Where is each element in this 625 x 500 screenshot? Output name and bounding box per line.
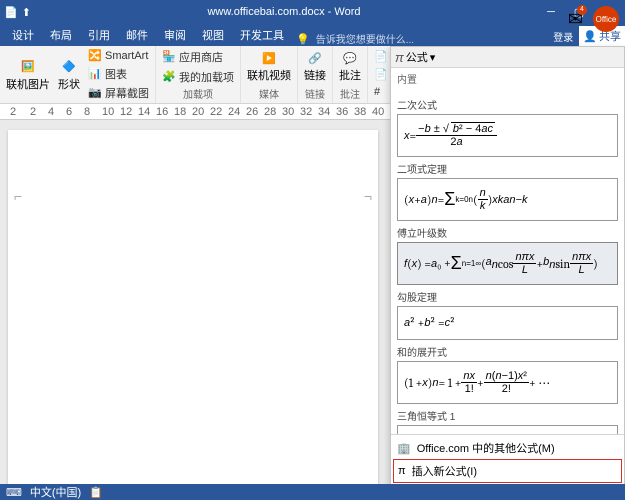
eq-category: 和的展开式: [397, 344, 618, 359]
tab-references[interactable]: 引用: [80, 24, 118, 46]
group-links: 🔗链接 链接: [298, 46, 333, 103]
pi-icon: π: [395, 50, 404, 65]
tab-layout[interactable]: 布局: [42, 24, 80, 46]
group-media: ▶️联机视频 媒体: [241, 46, 298, 103]
group-label: 链接: [305, 86, 325, 101]
more-equations-office[interactable]: 🏢Office.com 中的其他公式(M): [393, 437, 622, 459]
eq-category: 傅立叶级数: [397, 225, 618, 240]
group-illustrations: 🖼️联机图片 🔷形状 🔀SmartArt 📊图表 📷屏幕截图 插图: [0, 46, 156, 103]
chart-button[interactable]: 📊图表: [86, 65, 151, 83]
eq-category: 二次公式: [397, 97, 618, 112]
tab-design[interactable]: 设计: [4, 24, 42, 46]
tell-me-input[interactable]: 告诉我您想要做什么...: [310, 31, 420, 46]
comment-icon: 💬: [342, 50, 358, 66]
equation-list[interactable]: 二次公式 x = −b ± b² − 4ac2a 二项式定理 (x + a)n …: [391, 89, 624, 434]
office-icon: 🏢: [397, 442, 411, 455]
group-comments: 💬批注 批注: [333, 46, 368, 103]
smartart-icon: 🔀: [88, 49, 102, 63]
group-label: 媒体: [259, 86, 279, 101]
my-addins-button[interactable]: 🧩我的加载项: [160, 68, 236, 86]
margin-marker: ¬: [364, 188, 372, 204]
minimize-button[interactable]: ─: [537, 2, 565, 22]
title-bar: 📄 ⬆ www.officebai.com.docx - Word ─ ▢ ✕: [0, 0, 625, 24]
smartart-button[interactable]: 🔀SmartArt: [86, 48, 151, 64]
comment-button[interactable]: 💬批注: [337, 48, 363, 85]
window-title: www.officebai.com.docx - Word: [31, 6, 537, 18]
store-button[interactable]: 🏪应用商店: [160, 48, 236, 66]
shapes-button[interactable]: 🔷形状: [56, 57, 82, 94]
tab-mailings[interactable]: 邮件: [118, 24, 156, 46]
up-icon[interactable]: ⬆: [22, 6, 31, 19]
builtin-label: 内置: [391, 68, 624, 89]
screenshot-icon: 📷: [88, 86, 102, 100]
margin-marker: ⌐: [14, 188, 22, 204]
page[interactable]: ⌐ ¬: [8, 130, 378, 490]
online-pictures-button[interactable]: 🖼️联机图片: [4, 57, 52, 94]
addin-icon: 🧩: [162, 70, 176, 84]
store-icon: 🏪: [162, 50, 176, 64]
eq-category: 勾股定理: [397, 289, 618, 304]
tab-view[interactable]: 视图: [194, 24, 232, 46]
group-label: 批注: [340, 86, 360, 101]
ribbon-tabs: 设计 布局 引用 邮件 审阅 视图 开发工具 💡 告诉我您想要做什么... 登录…: [0, 24, 625, 46]
status-bar: ⌨ 中文(中国) 📋: [0, 484, 625, 500]
picture-icon: 🖼️: [20, 59, 36, 75]
shapes-icon: 🔷: [61, 59, 77, 75]
pagenum-icon: #: [374, 86, 388, 100]
link-icon: 🔗: [307, 50, 323, 66]
mail-badge: 4: [577, 5, 587, 15]
tab-review[interactable]: 审阅: [156, 24, 194, 46]
tab-developer[interactable]: 开发工具: [232, 24, 292, 46]
mail-button[interactable]: ✉ 4: [568, 9, 583, 30]
equation-footer: 🏢Office.com 中的其他公式(M) π插入新公式(I): [391, 434, 624, 485]
office-badge[interactable]: Office: [593, 6, 619, 32]
equation-dropdown: π 公式 ▾ 内置 二次公式 x = −b ± b² − 4ac2a 二项式定理…: [390, 46, 625, 486]
top-right-icons: ✉ 4 Office: [568, 6, 619, 32]
eq-fourier[interactable]: f(x) = a₀ + Σn=1∞ (an cos nπxL + bn sin …: [397, 242, 618, 285]
links-button[interactable]: 🔗链接: [302, 48, 328, 85]
screenshot-button[interactable]: 📷屏幕截图: [86, 84, 151, 102]
file-icon: 📄: [4, 6, 18, 19]
eq-category: 三角恒等式 1: [397, 408, 618, 423]
eq-expansion[interactable]: (1 + x)n = 1 + nx1! + n(n−1)x²2! + ⋯: [397, 361, 618, 404]
chevron-down-icon: ▾: [430, 51, 436, 64]
pi-icon: π: [398, 465, 406, 477]
online-video-button[interactable]: ▶️联机视频: [245, 48, 293, 85]
eq-pythagoras[interactable]: a² + b² = c²: [397, 306, 618, 340]
equation-header[interactable]: π 公式 ▾: [391, 47, 624, 68]
equation-title: 公式: [406, 49, 428, 65]
lightbulb-icon: 💡: [296, 33, 310, 46]
group-addins: 🏪应用商店 🧩我的加载项 加载项: [156, 46, 241, 103]
status-language[interactable]: 中文(中国): [30, 484, 81, 500]
header-icon: 📄: [374, 50, 388, 64]
eq-trig1[interactable]: sin α ± sin β = 2 sin 12(α ± β) cos 12(α…: [397, 425, 618, 434]
accessibility-icon[interactable]: 📋: [89, 486, 103, 499]
group-label: 加载项: [183, 86, 213, 101]
eq-category: 二项式定理: [397, 161, 618, 176]
footer-icon: 📄: [374, 68, 388, 82]
eq-quadratic[interactable]: x = −b ± b² − 4ac2a: [397, 114, 618, 157]
insert-new-equation[interactable]: π插入新公式(I): [393, 459, 622, 483]
video-icon: ▶️: [261, 50, 277, 66]
eq-binomial[interactable]: (x + a)n = Σk=0n (nk) xkan−k: [397, 178, 618, 221]
keyboard-icon[interactable]: ⌨: [6, 486, 22, 499]
chart-icon: 📊: [88, 67, 102, 81]
